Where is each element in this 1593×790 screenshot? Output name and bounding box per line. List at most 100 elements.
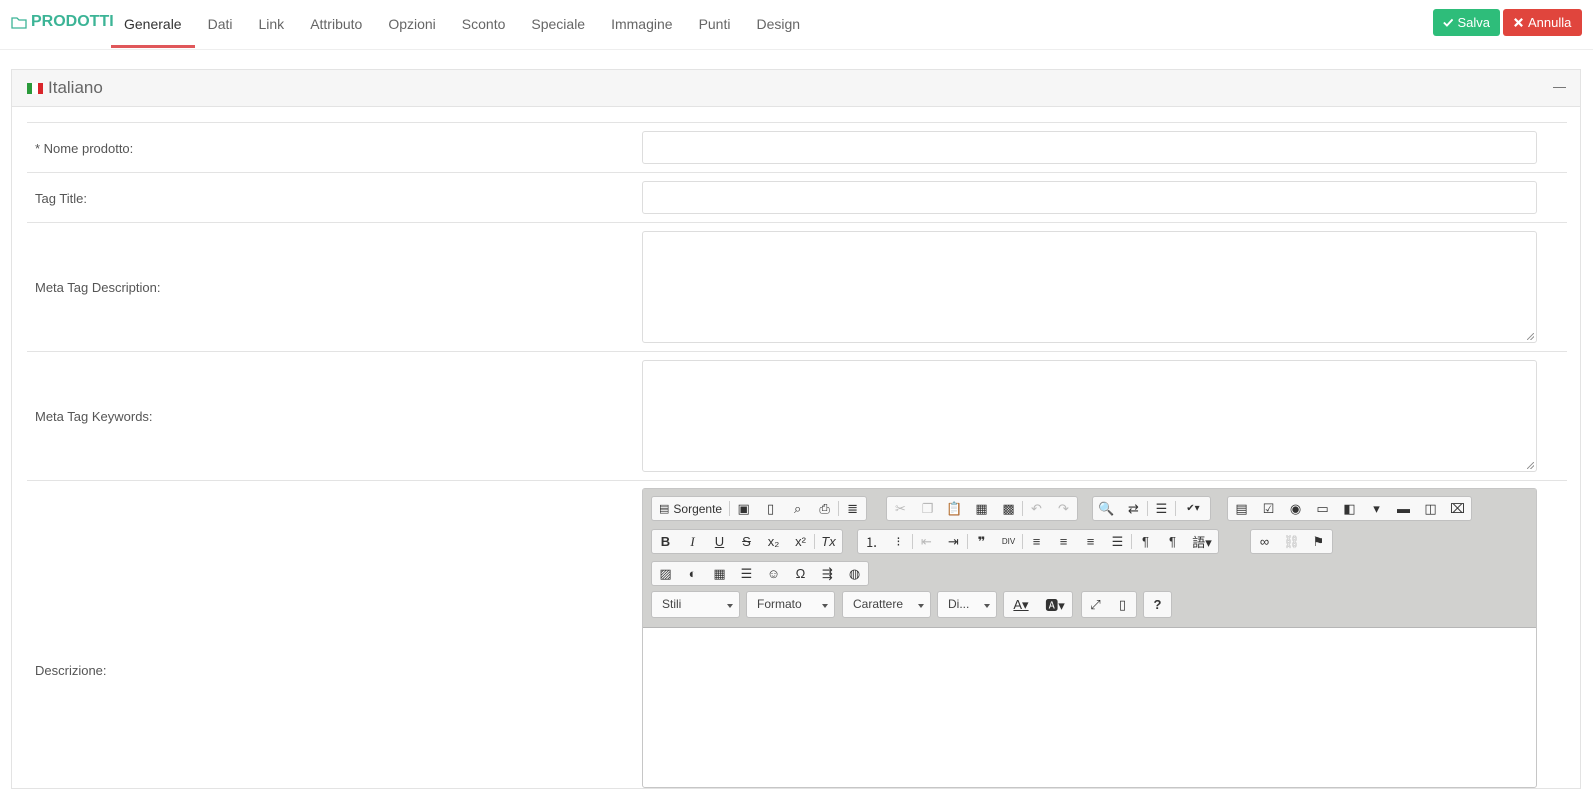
- tab-design[interactable]: Design: [743, 0, 813, 48]
- smiley-icon[interactable]: ☺: [760, 562, 787, 585]
- source-button[interactable]: ▤ Sorgente: [652, 497, 729, 520]
- rtl-icon[interactable]: ¶: [1159, 530, 1186, 553]
- radio-icon[interactable]: ◉: [1282, 497, 1309, 520]
- toolbar-group-colors: A▾ 🅰▾: [1003, 591, 1073, 618]
- toolbar-group-links: ∞ ⛓ ⚑: [1250, 529, 1333, 554]
- image-button-icon[interactable]: ◫: [1417, 497, 1444, 520]
- tab-immagine[interactable]: Immagine: [598, 0, 685, 48]
- tab-dati[interactable]: Dati: [195, 0, 246, 48]
- meta-description-textarea[interactable]: [642, 231, 1537, 343]
- indent-icon[interactable]: ⇥: [940, 530, 967, 553]
- tab-attributo[interactable]: Attributo: [297, 0, 375, 48]
- preview-icon[interactable]: ⌕: [784, 497, 811, 520]
- horizontal-line-icon[interactable]: ☰: [733, 562, 760, 585]
- align-left-icon[interactable]: ≡: [1023, 530, 1050, 553]
- spellcheck-icon[interactable]: ✔▾: [1176, 497, 1210, 520]
- paste-text-icon[interactable]: ▦: [968, 497, 995, 520]
- tab-link[interactable]: Link: [246, 0, 298, 48]
- special-char-icon[interactable]: Ω: [787, 562, 814, 585]
- source-button-label: Sorgente: [673, 501, 723, 516]
- form-row-name: * Nome prodotto:: [27, 122, 1567, 173]
- print-icon[interactable]: ⎙: [811, 497, 838, 520]
- styles-select[interactable]: Stili: [651, 591, 740, 618]
- size-select[interactable]: Di...: [937, 591, 997, 618]
- name-input[interactable]: [642, 131, 1537, 164]
- form-row-description: Descrizione: ▤ Sorgente ▣ ▯ ⌕ ⎙ ≣ ✂ ❐ 📋 …: [27, 480, 1567, 790]
- checkbox-icon[interactable]: ☑: [1255, 497, 1282, 520]
- source-icon: ▤: [659, 503, 670, 515]
- align-right-icon[interactable]: ≡: [1077, 530, 1104, 553]
- align-justify-icon[interactable]: ☰: [1104, 530, 1131, 553]
- tag-title-input[interactable]: [642, 181, 1537, 214]
- help-icon[interactable]: ?: [1144, 593, 1171, 616]
- button-field-icon[interactable]: ▬: [1390, 497, 1417, 520]
- redo-icon[interactable]: ↷: [1050, 497, 1077, 520]
- language-panel: Italiano * Nome prodotto: Tag Title: Met…: [11, 69, 1581, 789]
- form-icon[interactable]: ▤: [1228, 497, 1255, 520]
- cut-icon[interactable]: ✂: [887, 497, 914, 520]
- toolbar-group-editing: 🔍 ⇄ ☰ ✔▾: [1092, 496, 1211, 521]
- iframe-icon[interactable]: ◍: [841, 562, 868, 585]
- bulleted-list-icon[interactable]: ⁝: [885, 530, 912, 553]
- tab-sconto[interactable]: Sconto: [449, 0, 519, 48]
- replace-icon[interactable]: ⇄: [1120, 497, 1147, 520]
- rich-text-editor: ▤ Sorgente ▣ ▯ ⌕ ⎙ ≣ ✂ ❐ 📋 ▦ ▩ ↶ ↷ 🔍 ⇄ ☰…: [642, 488, 1537, 788]
- tab-generale[interactable]: Generale: [111, 0, 195, 48]
- cancel-button[interactable]: Annulla: [1503, 9, 1582, 36]
- outdent-icon[interactable]: ⇤: [913, 530, 940, 553]
- bg-color-icon[interactable]: 🅰▾: [1038, 593, 1072, 616]
- underline-icon[interactable]: U: [706, 530, 733, 553]
- subscript-icon[interactable]: x₂: [760, 530, 787, 553]
- blockquote-icon[interactable]: ❞: [968, 530, 995, 553]
- flash-icon[interactable]: ◐: [679, 562, 706, 585]
- save-button-label: Salva: [1457, 15, 1490, 30]
- textarea-icon[interactable]: ◧: [1336, 497, 1363, 520]
- show-blocks-icon[interactable]: ▯: [1109, 593, 1136, 616]
- select-field-icon[interactable]: ▾: [1363, 497, 1390, 520]
- editor-toolbar: ▤ Sorgente ▣ ▯ ⌕ ⎙ ≣ ✂ ❐ 📋 ▦ ▩ ↶ ↷ 🔍 ⇄ ☰…: [643, 489, 1536, 628]
- unlink-icon[interactable]: ⛓: [1278, 530, 1305, 553]
- page-break-icon[interactable]: ⇶: [814, 562, 841, 585]
- image-icon[interactable]: ▨: [652, 562, 679, 585]
- tab-speciale[interactable]: Speciale: [518, 0, 598, 48]
- hidden-field-icon[interactable]: ⌧: [1444, 497, 1471, 520]
- find-icon[interactable]: 🔍: [1093, 497, 1120, 520]
- save-icon[interactable]: ▣: [730, 497, 757, 520]
- toolbar-group-basicstyles: B I U S x₂ x² Tx: [651, 529, 843, 554]
- table-icon[interactable]: ▦: [706, 562, 733, 585]
- copy-icon[interactable]: ❐: [914, 497, 941, 520]
- superscript-icon[interactable]: x²: [787, 530, 814, 553]
- meta-keywords-textarea[interactable]: [642, 360, 1537, 472]
- paste-word-icon[interactable]: ▩: [995, 497, 1022, 520]
- remove-format-icon[interactable]: Tx: [815, 530, 842, 553]
- link-icon[interactable]: ∞: [1251, 530, 1278, 553]
- text-color-icon[interactable]: A▾: [1004, 593, 1038, 616]
- collapse-icon[interactable]: [1553, 81, 1566, 93]
- save-button[interactable]: Salva: [1433, 9, 1500, 36]
- bold-icon[interactable]: B: [652, 530, 679, 553]
- format-select[interactable]: Formato: [746, 591, 835, 618]
- div-container-icon[interactable]: DIV: [995, 530, 1022, 553]
- paste-icon[interactable]: 📋: [941, 497, 968, 520]
- panel-header[interactable]: Italiano: [12, 70, 1580, 107]
- select-all-icon[interactable]: ☰: [1148, 497, 1175, 520]
- language-icon[interactable]: 語▾: [1186, 530, 1218, 553]
- undo-icon[interactable]: ↶: [1023, 497, 1050, 520]
- font-select[interactable]: Carattere: [842, 591, 931, 618]
- brand: PRODOTTI: [11, 13, 114, 31]
- tab-punti[interactable]: Punti: [686, 0, 744, 48]
- templates-icon[interactable]: ≣: [839, 497, 866, 520]
- ltr-icon[interactable]: ¶: [1132, 530, 1159, 553]
- resize-handle[interactable]: [1527, 462, 1534, 469]
- tab-opzioni[interactable]: Opzioni: [375, 0, 448, 48]
- new-page-icon[interactable]: ▯: [757, 497, 784, 520]
- numbered-list-icon[interactable]: ⒈: [858, 530, 885, 553]
- align-center-icon[interactable]: ≡: [1050, 530, 1077, 553]
- text-field-icon[interactable]: ▭: [1309, 497, 1336, 520]
- anchor-flag-icon[interactable]: ⚑: [1305, 530, 1332, 553]
- italic-icon[interactable]: I: [679, 530, 706, 553]
- resize-handle[interactable]: [1527, 333, 1534, 340]
- maximize-icon[interactable]: ⤢: [1082, 593, 1109, 616]
- editor-content-area[interactable]: [643, 628, 1536, 788]
- strike-icon[interactable]: S: [733, 530, 760, 553]
